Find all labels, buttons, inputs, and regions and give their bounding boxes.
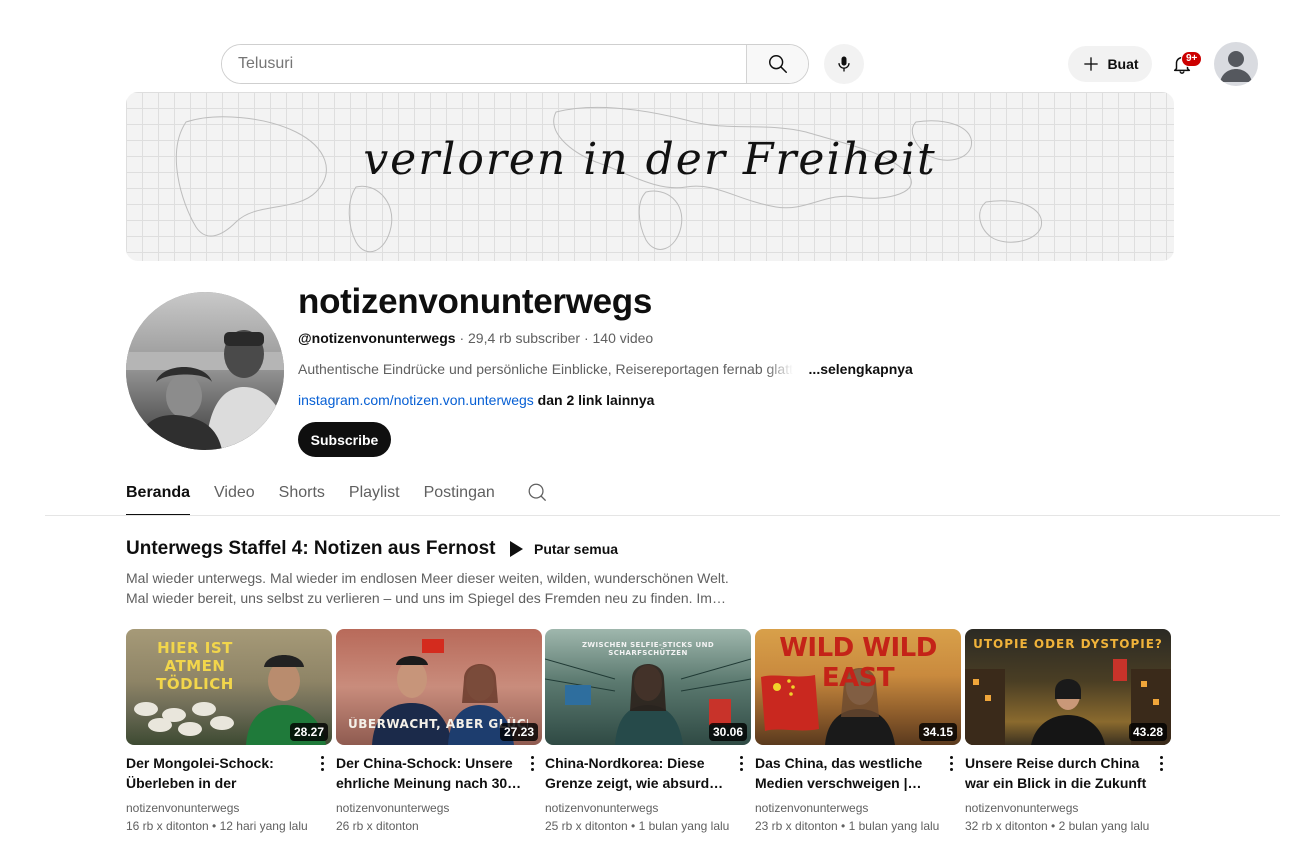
video-card: ÜBERWACHT, ABER GLÜCKLICH? 27.23 Der Chi… [336,629,542,833]
subscribe-button[interactable]: Subscribe [298,422,391,457]
video-card: HIER IST ATMEN TÖDLICH 28.27 Der Mongole… [126,629,332,833]
channel-description[interactable]: Authentische Eindrücke und persönliche E… [298,361,913,377]
thumbnail-caption: ZWISCHEN SELFIE-STICKS UND SCHARFSCHÜTZE… [581,641,715,657]
playlist-description: Mal wieder unterwegs. Mal wieder im endl… [126,568,766,608]
tab-beranda[interactable]: Beranda [126,478,191,516]
tab-video[interactable]: Video [214,478,255,516]
channel-avatar[interactable] [126,292,284,450]
channel-description-text: Authentische Eindrücke und persönliche E… [298,361,767,377]
video-thumbnail[interactable]: UTOPIE ODER DYSTOPIE? 43.28 [965,629,1171,745]
thumbnail-caption: HIER IST ATMEN TÖDLICH [156,639,234,693]
playlist-description-line: Mal wieder bereit, uns selbst zu verlier… [126,590,726,606]
video-channel[interactable]: notizenvonunterwegs [336,801,542,815]
video-thumbnail[interactable]: HIER IST ATMEN TÖDLICH 28.27 [126,629,332,745]
tab-playlist[interactable]: Playlist [349,478,400,516]
tab-shorts[interactable]: Shorts [279,478,325,516]
create-label: Buat [1107,56,1139,72]
video-duration: 34.15 [918,723,957,741]
channel-tabs: Beranda Video Shorts Playlist Postingan [126,478,519,516]
plus-icon [1084,57,1099,71]
instagram-link[interactable]: instagram.com/notizen.von.unterwegs [298,392,534,408]
video-title[interactable]: China-Nordkorea: Diese Grenze zeigt, wie… [545,753,731,793]
video-card: ZWISCHEN SELFIE-STICKS UND SCHARFSCHÜTZE… [545,629,751,833]
mic-icon [838,56,850,72]
channel-links: instagram.com/notizen.von.unterwegs dan … [298,392,654,408]
video-title[interactable]: Unsere Reise durch China war ein Blick i… [965,753,1151,793]
create-button[interactable]: Buat [1068,46,1152,82]
video-duration: 30.06 [708,723,747,741]
play-icon [510,541,523,557]
notifications-button[interactable]: 9+ [1164,46,1203,82]
tabs-divider [45,515,1280,516]
channel-banner: verloren in der Freiheit [126,92,1174,261]
search-input[interactable] [222,45,746,83]
more-options-button[interactable] [1153,753,1169,773]
video-card: WILD WILD EAST 34.15 Das China, das west… [755,629,961,833]
thumbnail-caption: WILD WILD EAST [779,633,937,693]
video-stats: 16 rb x ditonton • 12 hari yang lalu [126,819,308,833]
video-title[interactable]: Das China, das westliche Medien verschwe… [755,753,941,793]
banner-text: verloren in der Freiheit [363,134,937,185]
playlist-description-line: Mal wieder unterwegs. Mal wieder im endl… [126,570,729,586]
channel-handle: @notizenvonunterwegs [298,330,456,346]
tab-postingan[interactable]: Postingan [424,478,495,516]
channel-avatar-photo [126,292,284,450]
video-stats: 25 rb x ditonton • 1 bulan yang lalu [545,819,730,833]
play-all-label: Putar semua [534,541,619,557]
video-channel[interactable]: notizenvonunterwegs [965,801,1171,815]
video-channel[interactable]: notizenvonunterwegs [755,801,961,815]
voice-search-button[interactable] [824,44,864,84]
channel-search-button[interactable] [526,481,548,503]
more-options-button[interactable] [524,753,540,773]
search-icon [768,55,787,73]
video-duration: 43.28 [1128,723,1167,741]
channel-description-fade: glatt [766,361,793,377]
thumbnail-caption: UTOPIE ODER DYSTOPIE? [973,637,1163,651]
notification-badge: 9+ [1181,51,1203,67]
video-thumbnail[interactable]: WILD WILD EAST 34.15 [755,629,961,745]
video-stats: 26 rb x ditonton [336,819,419,833]
video-stats: 23 rb x ditonton • 1 bulan yang lalu [755,819,940,833]
video-title[interactable]: Der Mongolei-Schock: Überleben in der gi… [126,753,312,793]
more-options-button[interactable] [943,753,959,773]
video-channel[interactable]: notizenvonunterwegs [545,801,751,815]
play-all-button[interactable]: Putar semua [508,537,618,561]
more-options-button[interactable] [314,753,330,773]
avatar-icon [1220,51,1252,82]
user-avatar[interactable] [1214,42,1258,86]
other-links[interactable]: dan 2 link lainnya [534,392,655,408]
channel-title: notizenvonunterwegs [298,282,653,321]
video-thumbnail[interactable]: ZWISCHEN SELFIE-STICKS UND SCHARFSCHÜTZE… [545,629,751,745]
more-link[interactable]: ...selengkapnya [809,361,913,377]
video-card: UTOPIE ODER DYSTOPIE? 43.28 Unsere Reise… [965,629,1171,833]
search-button[interactable] [746,45,808,83]
video-duration: 28.27 [289,723,328,741]
playlist-title[interactable]: Unterwegs Staffel 4: Notizen aus Fernost [126,538,496,560]
video-duration: 27.23 [499,723,538,741]
search-icon [528,483,546,501]
search-box [221,44,809,84]
video-channel[interactable]: notizenvonunterwegs [126,801,332,815]
video-title[interactable]: Der China-Schock: Unsere ehrliche Meinun… [336,753,522,793]
more-options-button[interactable] [733,753,749,773]
channel-stats: · 29,4 rb subscriber · 140 video [455,330,654,346]
video-stats: 32 rb x ditonton • 2 bulan yang lalu [965,819,1150,833]
channel-meta: @notizenvonunterwegs · 29,4 rb subscribe… [298,330,653,346]
video-thumbnail[interactable]: ÜBERWACHT, ABER GLÜCKLICH? 27.23 [336,629,542,745]
